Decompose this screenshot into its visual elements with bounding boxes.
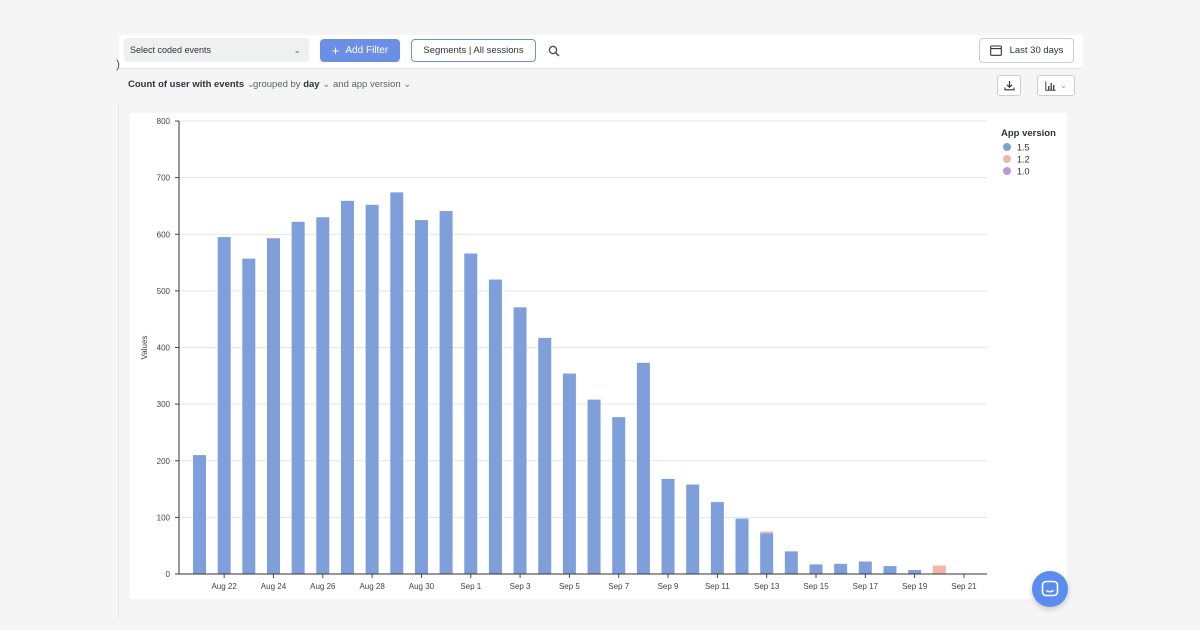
- bar-sep-17-v1.5[interactable]: [858, 561, 872, 574]
- bar-aug-24-v1.5[interactable]: [266, 238, 280, 574]
- legend-label[interactable]: 1.0: [1017, 167, 1030, 177]
- legend-swatch[interactable]: [1003, 167, 1011, 175]
- date-range-label: Last 30 days: [1009, 45, 1064, 56]
- bar-sep-15-v1.5[interactable]: [809, 564, 823, 574]
- bar-sep-16-v1.5[interactable]: [834, 563, 848, 574]
- calendar-icon: [989, 45, 1002, 56]
- download-icon: [1003, 81, 1015, 91]
- bar-aug-26-v1.5[interactable]: [316, 217, 330, 574]
- add-filter-label: Add Filter: [345, 45, 389, 56]
- query-bar: Count of user with events ⌄ grouped by d…: [119, 70, 1083, 102]
- bar-sep-19-v1.5[interactable]: [908, 570, 922, 574]
- x-tick-label: Sep 5: [559, 582, 580, 591]
- group-by-dropdown[interactable]: grouped by day ⌄: [253, 79, 330, 90]
- bar-aug-29-v1.5[interactable]: [390, 192, 404, 574]
- y-axis-label: Values: [140, 336, 149, 360]
- chevron-down-icon: ⌄: [403, 79, 412, 90]
- legend-label[interactable]: 1.2: [1017, 155, 1030, 165]
- date-range-button[interactable]: Last 30 days: [979, 38, 1074, 63]
- legend-swatch[interactable]: [1003, 143, 1011, 151]
- bar-sep-18-v1.5[interactable]: [883, 566, 897, 574]
- bar-chart-icon: [1045, 81, 1056, 91]
- top-toolbar: Select coded events ⌄ + Add Filter Segme…: [119, 35, 1083, 69]
- y-tick-label: 600: [157, 230, 171, 239]
- y-tick-label: 400: [157, 344, 171, 353]
- legend-swatch[interactable]: [1003, 155, 1011, 163]
- x-tick-label: Aug 22: [211, 582, 237, 591]
- bar-sep-5-v1.5[interactable]: [562, 373, 576, 574]
- panel-divider: [118, 103, 119, 618]
- bar-aug-30-v1.5[interactable]: [414, 220, 428, 574]
- bar-sep-10-v1.5[interactable]: [686, 484, 700, 574]
- bar-sep-20-v1.2[interactable]: [932, 565, 946, 574]
- bar-aug-22-v1.5[interactable]: [217, 237, 231, 575]
- segments-button[interactable]: Segments | All sessions: [411, 39, 536, 62]
- y-tick-label: 800: [157, 117, 171, 126]
- chevron-down-icon: ⌄: [322, 79, 331, 90]
- y-tick-label: 0: [166, 570, 171, 579]
- chart-card: 0 100 200 300 400 500 600 700 800 Values Aug 22 Aug…: [130, 113, 1067, 599]
- y-tick-label: 700: [157, 174, 171, 183]
- bar-aug-28-v1.5[interactable]: [365, 204, 379, 574]
- bar-sep-13-v1.2[interactable]: [760, 531, 774, 534]
- chat-icon: [1041, 580, 1059, 597]
- x-tick-label: Aug 24: [261, 582, 287, 591]
- x-tick-label: Sep 13: [754, 582, 780, 591]
- y-tick-label: 200: [157, 457, 171, 466]
- y-tick-label: 100: [157, 513, 171, 522]
- x-tick-label: Sep 19: [902, 582, 928, 591]
- x-tick-label: Aug 26: [310, 582, 336, 591]
- bar-sep-11-v1.5[interactable]: [710, 502, 724, 574]
- bar-aug-27-v1.5[interactable]: [340, 200, 354, 574]
- chevron-down-icon: ⌄: [1060, 81, 1067, 90]
- segments-label: Segments | All sessions: [423, 45, 524, 56]
- plus-icon: +: [331, 42, 340, 58]
- bar-aug-25-v1.5[interactable]: [291, 221, 305, 574]
- y-tick-label: 500: [157, 287, 171, 296]
- x-tick-label: Sep 17: [853, 582, 879, 591]
- legend-label[interactable]: 1.5: [1017, 143, 1030, 153]
- search-icon[interactable]: [548, 45, 560, 57]
- bar-sep-7-v1.5[interactable]: [612, 417, 626, 574]
- bar-sep-3-v1.5[interactable]: [513, 307, 527, 574]
- bar-sep-4-v1.5[interactable]: [538, 337, 552, 574]
- bar-sep-9-v1.5[interactable]: [661, 478, 675, 574]
- bar-aug-23-v1.5[interactable]: [242, 258, 256, 574]
- bar-sep-1-v1.5[interactable]: [464, 253, 478, 574]
- bar-chart: 0 100 200 300 400 500 600 700 800 Values Aug 22 Aug…: [140, 117, 1056, 591]
- legend-title: App version: [1001, 128, 1056, 139]
- bar-sep-13-v1.5[interactable]: [760, 533, 774, 574]
- metric-dropdown[interactable]: Count of user with events ⌄: [128, 79, 255, 90]
- x-tick-label: Sep 21: [951, 582, 977, 591]
- chat-launcher-button[interactable]: [1032, 571, 1068, 607]
- bar-sep-12-v1.5[interactable]: [735, 518, 749, 574]
- event-select[interactable]: Select coded events ⌄: [124, 38, 309, 62]
- x-tick-label: Sep 11: [705, 582, 730, 591]
- breakdown-label: and app version: [333, 79, 401, 90]
- x-tick-label: Sep 1: [460, 582, 481, 591]
- chart-type-button[interactable]: ⌄: [1037, 75, 1075, 96]
- bar-aug-31-v1.5[interactable]: [439, 211, 453, 574]
- collapse-handle[interactable]: ): [116, 57, 120, 71]
- x-tick-label: Sep 15: [803, 582, 829, 591]
- x-tick-label: Sep 3: [510, 582, 531, 591]
- event-select-label: Select coded events: [130, 45, 212, 55]
- x-tick-label: Sep 7: [608, 582, 629, 591]
- download-button[interactable]: [997, 75, 1021, 96]
- bar-sep-6-v1.5[interactable]: [587, 399, 601, 574]
- x-tick-label: Aug 28: [359, 582, 385, 591]
- y-tick-label: 300: [157, 400, 171, 409]
- chevron-down-icon: ⌄: [293, 45, 301, 55]
- grouped-by-prefix: grouped by: [253, 79, 301, 90]
- breakdown-dropdown[interactable]: and app version ⌄: [333, 79, 411, 90]
- grouped-by-value: day: [303, 79, 320, 90]
- x-tick-label: Sep 9: [658, 582, 679, 591]
- x-tick-label: Aug 30: [409, 582, 435, 591]
- bar-sep-2-v1.5[interactable]: [488, 279, 502, 574]
- metric-label: Count of user with events: [128, 79, 245, 90]
- bar-aug-21-v1.5[interactable]: [193, 455, 206, 574]
- bar-sep-14-v1.5[interactable]: [784, 551, 798, 574]
- add-filter-button[interactable]: + Add Filter: [320, 39, 400, 62]
- bar-sep-8-v1.5[interactable]: [636, 362, 650, 574]
